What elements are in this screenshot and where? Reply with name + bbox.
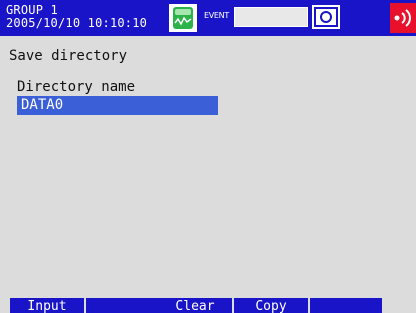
directory-name-field[interactable]: DATA0: [17, 96, 218, 115]
memory-icon[interactable]: [168, 3, 198, 33]
status-bar: GROUP 1 2005/10/10 10:10:10 EVENT: [0, 0, 416, 36]
softkey-2[interactable]: [86, 298, 160, 313]
copy-softkey[interactable]: Copy: [234, 298, 308, 313]
datetime-display: 2005/10/10 10:10:10: [6, 16, 148, 30]
recorder-screen: GROUP 1 2005/10/10 10:10:10 EVENT Save d…: [0, 0, 416, 313]
event-field: [234, 7, 308, 27]
page-title: Save directory: [9, 48, 128, 64]
softkey-5[interactable]: [310, 298, 382, 313]
event-label: EVENT: [204, 11, 229, 20]
alarm-icon[interactable]: [390, 3, 416, 33]
directory-name-label: Directory name: [17, 79, 136, 95]
input-softkey[interactable]: Input: [10, 298, 84, 313]
clear-softkey[interactable]: Clear: [158, 298, 232, 313]
snapshot-icon[interactable]: [312, 5, 340, 29]
softkey-bar: Input Clear Copy: [0, 296, 416, 313]
